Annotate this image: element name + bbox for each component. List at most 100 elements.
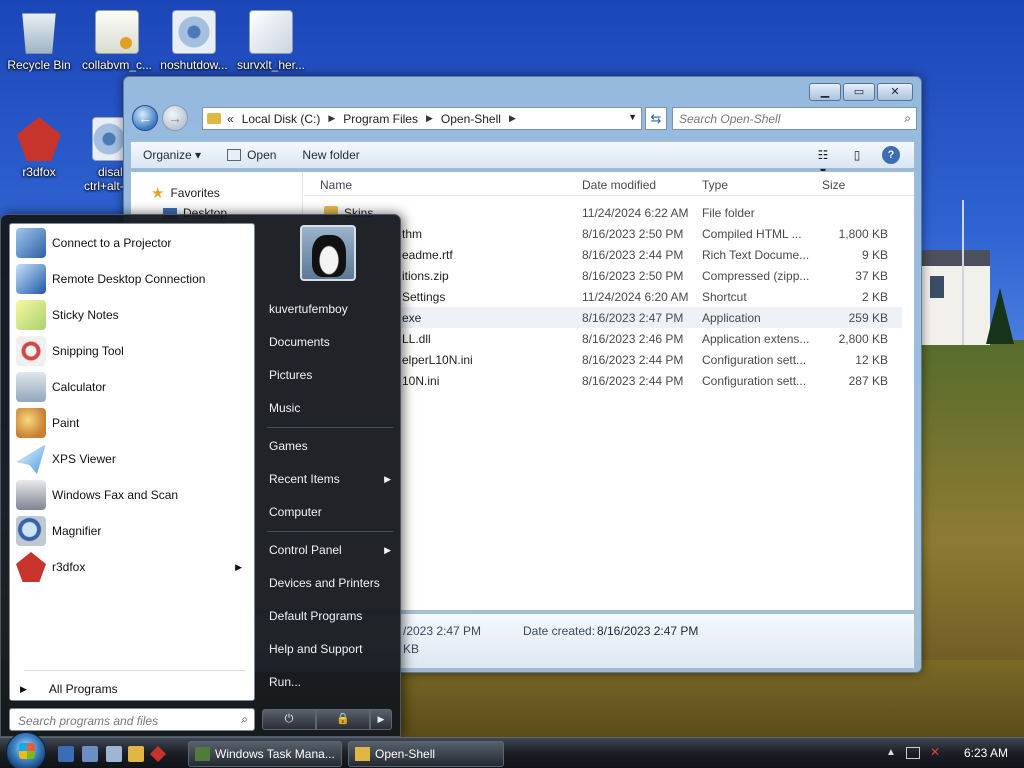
explorer-search-input[interactable]: Search Open-Shell ⌕ [672,107,917,130]
place-music[interactable]: Music [269,396,395,420]
user-avatar[interactable] [300,225,356,281]
r3dfox-icon [16,552,46,582]
breadcrumb-open-shell[interactable]: Open-Shell [441,112,501,126]
column-date-modified[interactable]: Date modified [582,178,700,192]
power-options-button[interactable]: ▶ [370,709,392,730]
open-button[interactable]: Open [227,148,276,162]
program-magnifier[interactable]: Magnifier [16,514,250,548]
desktop-icon-recycle-bin[interactable]: Recycle Bin [1,10,77,72]
start-search-input[interactable]: Search programs and files ⌕ [9,708,255,731]
program-snipping-tool[interactable]: Snipping Tool [16,334,250,368]
close-button[interactable]: ✕ [877,83,913,101]
clock[interactable]: 6:23 AM [964,746,1008,760]
network-quicklaunch-icon[interactable] [106,746,122,762]
forward-button[interactable]: → [162,105,188,131]
maximize-button[interactable]: ▭ [843,83,875,101]
column-size[interactable]: Size [822,178,845,192]
program-r3dfox[interactable]: r3dfox ▶ [16,550,250,584]
program-list: Connect to a Projector Remote Desktop Co… [9,223,255,701]
view-options-icon[interactable]: ☷ ▾ [814,147,832,178]
column-name[interactable]: Name [320,178,570,192]
divider [24,670,246,671]
desktop-icon-survxlt[interactable]: survxlt_her... [233,10,309,72]
desktop-icon-r3dfox[interactable]: r3dfox [1,117,77,179]
switch-windows-icon[interactable] [82,746,98,762]
explorer-quicklaunch-icon[interactable] [128,746,144,762]
open-icon [227,149,242,161]
address-bar[interactable]: « Local Disk (C:) ▶ Program Files ▶ Open… [202,107,642,130]
program-sticky-notes[interactable]: Sticky Notes [16,298,250,332]
show-desktop-icon[interactable] [58,746,74,762]
refresh-button[interactable]: ⇆ [645,107,667,130]
network-icon[interactable] [906,747,920,759]
document-icon [249,10,293,54]
program-calculator[interactable]: Calculator [16,370,250,404]
r3dfox-icon[interactable] [150,746,166,762]
taskbar-button-open-shell[interactable]: Open-Shell [348,741,504,767]
place-run[interactable]: Run... [269,670,395,694]
command-toolbar: Organize ▾ Open New folder ☷ ▾ ▯ ? [130,141,915,178]
place-games[interactable]: Games [269,434,395,458]
place-pictures[interactable]: Pictures [269,363,395,387]
xps-viewer-icon [16,444,46,474]
taskbar: Windows Task Mana... Open-Shell ▲ ✕ 6:23… [0,732,1024,768]
refresh-icon: ⇆ [650,111,662,126]
program-fax-scan[interactable]: Windows Fax and Scan [16,478,250,512]
star-icon: ★ [151,185,165,202]
chevron-right-icon[interactable]: ▶ [426,113,433,124]
chevron-right-icon[interactable]: ▶ [509,113,516,124]
folder-icon [355,747,370,761]
place-documents[interactable]: Documents [269,330,395,354]
place-user[interactable]: kuvertufemboy [269,297,395,321]
all-programs-button[interactable]: ▶ All Programs [20,682,118,696]
program-connect-projector[interactable]: Connect to a Projector [16,226,250,260]
divider [267,531,393,532]
breadcrumb-program-files[interactable]: Program Files [343,112,418,126]
submenu-arrow-icon: ▶ [384,473,391,484]
place-help-support[interactable]: Help and Support [269,637,395,661]
program-remote-desktop[interactable]: Remote Desktop Connection [16,262,250,296]
place-devices-printers[interactable]: Devices and Printers [269,571,395,595]
arrow-right-icon: → [168,110,182,126]
paint-icon [16,408,46,438]
column-type[interactable]: Type [702,178,820,192]
desktop-icon-noshutdown[interactable]: noshutdow... [156,10,232,72]
taskbar-button-task-manager[interactable]: Windows Task Mana... [188,741,342,767]
desktop-icon-disable-ctrl-alt[interactable]: disal ctrl+alt- [84,117,124,193]
submenu-arrow-icon: ▶ [235,561,242,572]
search-icon[interactable]: ⌕ [904,111,911,126]
help-icon[interactable]: ? [882,146,900,164]
chevron-right-icon[interactable]: ▶ [328,113,335,124]
folder-icon [207,113,221,124]
magnifier-icon [16,516,46,546]
favorites-item[interactable]: ★ Favorites [151,184,220,202]
start-button[interactable] [6,732,46,768]
navigation-bar: ← → « Local Disk (C:) ▶ Program Files ▶ … [130,105,917,135]
shutdown-button[interactable]: ⏻ [262,709,316,730]
place-control-panel[interactable]: Control Panel ▶ [269,538,395,562]
lock-button[interactable]: 🔒 [316,709,370,730]
snipping-tool-icon [16,336,46,366]
back-button[interactable]: ← [132,105,158,131]
desktop-icon-collabvm[interactable]: collabvm_c... [79,10,155,72]
program-xps-viewer[interactable]: XPS Viewer [16,442,250,476]
details-created-label: Date created: [523,624,596,638]
place-default-programs[interactable]: Default Programs [269,604,395,628]
preview-pane-icon[interactable]: ▯ [848,147,866,163]
search-icon[interactable]: ⌕ [241,712,248,727]
breadcrumb-prefix[interactable]: « [227,112,234,126]
chevron-down-icon[interactable]: ▼ [628,112,637,122]
organize-button[interactable]: Organize ▾ [143,148,201,162]
minimize-button[interactable]: ▁ [809,83,841,101]
certificate-icon [95,10,139,54]
recycle-bin-icon [22,13,56,54]
breadcrumb-local-disk[interactable]: Local Disk (C:) [242,112,321,126]
place-recent-items[interactable]: Recent Items ▶ [269,467,395,491]
wallpaper-house [920,250,990,345]
task-manager-icon [195,747,210,761]
place-computer[interactable]: Computer [269,500,395,524]
tray-expand-icon[interactable]: ▲ [886,747,896,758]
new-folder-button[interactable]: New folder [302,148,359,162]
program-paint[interactable]: Paint [16,406,250,440]
volume-muted-icon[interactable]: ✕ [930,745,940,759]
